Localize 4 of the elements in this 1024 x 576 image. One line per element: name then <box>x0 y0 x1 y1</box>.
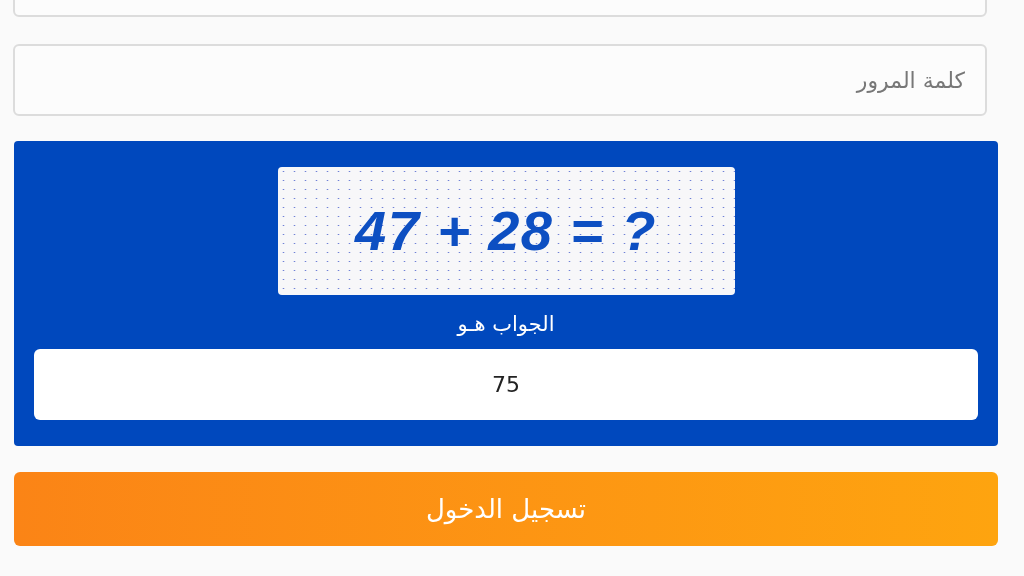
answer-label: الجواب هـو <box>457 311 555 338</box>
answer-field[interactable]: 75 <box>34 348 978 420</box>
captcha-text: 47 + 28 = ? <box>355 198 657 264</box>
password-field[interactable]: كلمة المرور <box>13 44 987 116</box>
